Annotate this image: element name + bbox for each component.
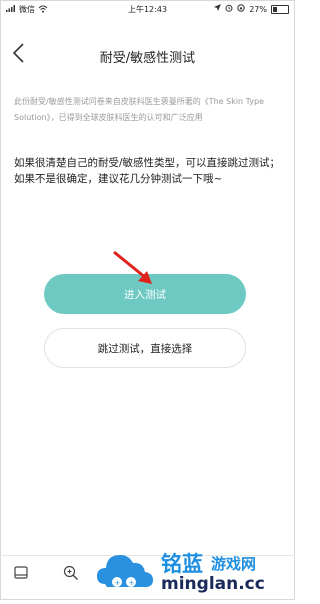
watermark-tagline: 游戏网: [211, 555, 257, 573]
zoom-icon[interactable]: [62, 564, 80, 582]
battery-percent: 27%: [249, 4, 267, 14]
svg-text:+: +: [129, 579, 135, 587]
page-title: 耐受/敏感性测试: [99, 51, 196, 66]
battery-icon: [271, 4, 289, 14]
start-test-label: 进入测试: [124, 288, 166, 301]
red-arrow-icon: [113, 250, 152, 284]
note-text: 如果很清楚自己的耐受/敏感性类型，可以直接跳过测试；如果不是很确定，建议花几分钟…: [14, 157, 281, 185]
svg-text:+: +: [115, 579, 121, 587]
watermark-logo: + + 铭蓝 游戏网 minglan.cc: [95, 540, 295, 600]
nav-header: 耐受/敏感性测试: [0, 35, 295, 75]
battery-fill: [273, 6, 277, 12]
intro-text: 此份耐受/敏感性测试问卷来自皮肤科医生褒曼所著的《The Skin Type S…: [14, 97, 265, 122]
status-bar: 微信 上午12:43 27%: [0, 0, 295, 18]
skip-test-button[interactable]: 跳过测试，直接选择: [44, 328, 246, 368]
location-icon: [214, 4, 222, 14]
skip-test-label: 跳过测试，直接选择: [97, 342, 193, 355]
watermark-domain: minglan.cc: [161, 574, 265, 594]
lock-rotation-icon: [237, 4, 245, 14]
alarm-icon: [225, 4, 233, 14]
tabs-icon[interactable]: [12, 564, 30, 582]
status-right: 27%: [214, 4, 289, 14]
